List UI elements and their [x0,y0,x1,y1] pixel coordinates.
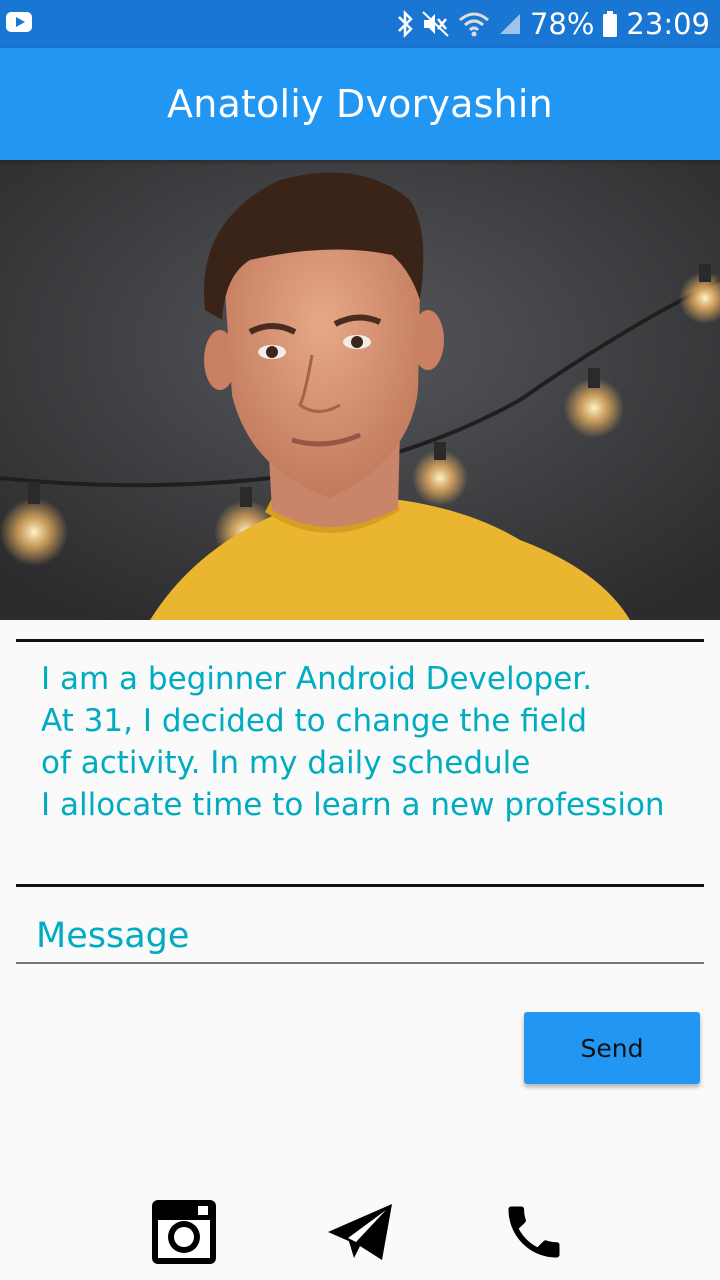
phone-icon[interactable] [500,1198,568,1266]
app-bar: Anatoliy Dvoryashin [0,48,720,160]
status-bar: 78% 23:09 [0,0,720,48]
status-icons: 78% 23:09 [396,0,710,48]
bottom-divider [16,884,704,887]
bio-line: I allocate time to learn a new professio… [41,787,665,823]
bio-line: I am a beginner Android Developer. [41,661,593,697]
message-input[interactable] [36,912,696,960]
bio-text: I am a beginner Android Developer. At 31… [41,658,701,826]
signal-icon [499,14,520,34]
bio-line: of activity. In my daily schedule [41,745,531,781]
page-title: Anatoliy Dvoryashin [167,82,553,126]
wifi-icon [458,12,489,37]
message-field[interactable] [16,906,704,964]
portrait-photo [0,160,720,620]
top-divider [16,639,704,642]
clock: 23:09 [626,7,710,41]
battery-percentage: 78% [529,7,595,41]
telegram-icon[interactable] [326,1198,394,1266]
bluetooth-icon [398,10,413,38]
battery-icon [603,11,618,37]
send-button[interactable]: Send [524,1012,700,1084]
instagram-icon[interactable] [150,1198,218,1266]
bio-line: At 31, I decided to change the field [41,703,588,739]
mute-icon [422,11,449,37]
youtube-notification-icon [6,12,32,32]
